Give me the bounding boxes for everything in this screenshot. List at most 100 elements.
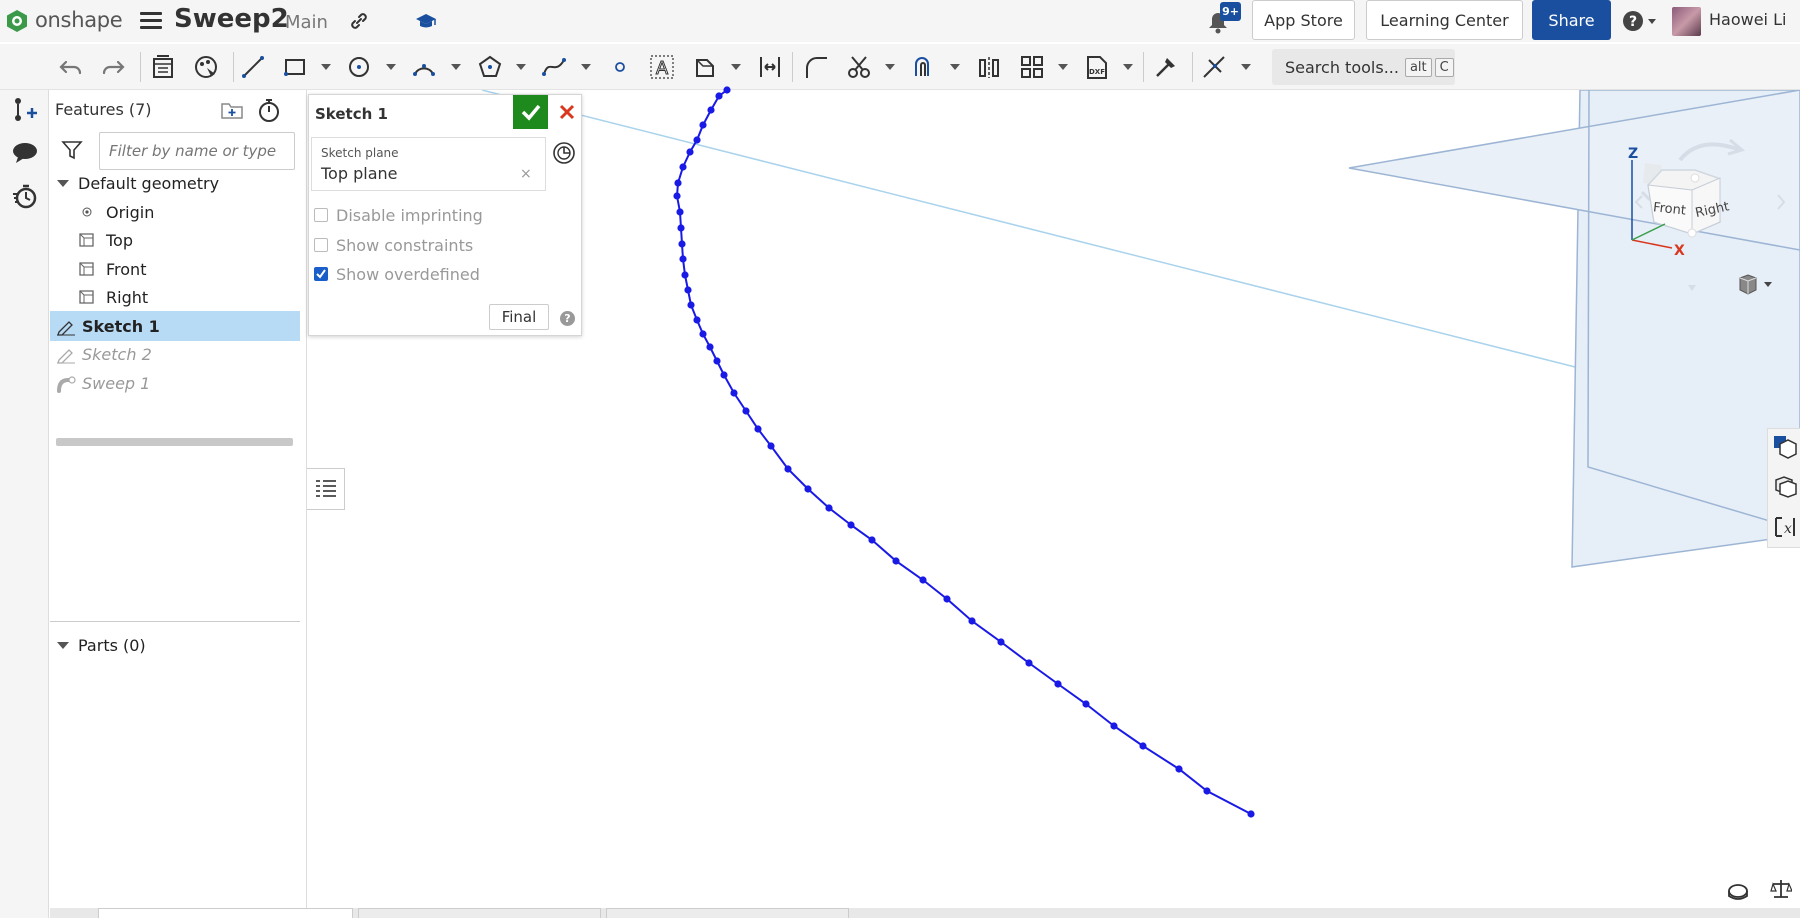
feature-panel: Features (7) Default geometry Origin Top… (50, 90, 307, 912)
spline-control-point[interactable] (681, 271, 689, 279)
spline-control-point[interactable] (713, 357, 721, 365)
tree-item-right[interactable]: Right (50, 282, 300, 312)
spline-control-point[interactable] (678, 240, 686, 248)
spline-control-point[interactable] (767, 442, 775, 450)
sweep-icon (57, 376, 76, 393)
new-folder-icon[interactable] (220, 100, 244, 120)
spline-control-point[interactable] (706, 343, 714, 351)
disable-imprinting-checkbox[interactable] (314, 208, 328, 222)
tree-item-label: Sketch 1 (82, 316, 160, 336)
view-mode-icon[interactable] (1736, 272, 1780, 298)
axis-x-label: X (1674, 243, 1685, 259)
measure-icon[interactable] (1727, 880, 1749, 900)
spline-control-point[interactable] (997, 638, 1005, 646)
spline-control-point[interactable] (674, 179, 682, 187)
spline-control-point[interactable] (1054, 680, 1062, 688)
mass-properties-icon[interactable] (1770, 878, 1792, 900)
spline-control-point[interactable] (1247, 810, 1255, 818)
spline-control-point[interactable] (1175, 765, 1183, 773)
spline-control-point[interactable] (968, 617, 976, 625)
sketch-plane-value: Top plane (321, 164, 398, 183)
spline-control-point[interactable] (1110, 722, 1118, 730)
spline-control-point[interactable] (892, 557, 900, 565)
tree-default-geometry[interactable]: Default geometry (50, 168, 300, 198)
sketch-plane-field[interactable]: Sketch plane Top plane × (311, 137, 546, 191)
tab-assembly[interactable] (358, 908, 601, 918)
view-normal-icon[interactable] (552, 141, 576, 165)
accept-button[interactable] (513, 95, 548, 129)
clear-plane-icon[interactable]: × (520, 166, 532, 182)
spline-control-point[interactable] (730, 389, 738, 397)
spline-control-point[interactable] (1082, 700, 1090, 708)
spline-control-point[interactable] (679, 163, 687, 171)
spline-control-point[interactable] (684, 286, 692, 294)
spline-control-point[interactable] (943, 595, 951, 603)
sketch-dialog: Sketch 1 Sketch plane Top plane × Disabl… (308, 94, 582, 336)
spline-control-point[interactable] (1203, 787, 1211, 795)
tree-item-label: Right (106, 287, 149, 307)
spline-control-point[interactable] (693, 316, 701, 324)
spline-control-point[interactable] (715, 92, 723, 100)
spline-control-point[interactable] (804, 485, 812, 493)
display-states-icon[interactable] (1772, 474, 1798, 500)
parts-section[interactable]: Parts (0) (50, 630, 300, 660)
spline-control-point[interactable] (720, 371, 728, 379)
spline-control-point[interactable] (677, 224, 685, 232)
spline-control-point[interactable] (673, 192, 681, 200)
spline-control-point[interactable] (693, 136, 701, 144)
spline-control-point[interactable] (868, 536, 876, 544)
spline-control-point[interactable] (699, 330, 707, 338)
spline-control-point[interactable] (699, 121, 707, 129)
chevron-down-icon[interactable] (57, 179, 69, 187)
sketch-spline[interactable] (675, 89, 1252, 815)
tree-default-geometry-label: Default geometry (78, 173, 220, 193)
bottom-tab-strip (50, 908, 1800, 918)
plane-icon (79, 262, 94, 276)
sketch-points (673, 86, 1255, 818)
spline-control-point[interactable] (687, 301, 695, 309)
spline-control-point[interactable] (919, 576, 927, 584)
tree-item-sweep-1[interactable]: Sweep 1 (50, 368, 300, 398)
final-button[interactable]: Final (489, 304, 549, 330)
show-constraints-option[interactable]: Show constraints (314, 234, 473, 256)
tree-item-top[interactable]: Top (50, 225, 300, 255)
help-icon[interactable]: ? (560, 311, 575, 326)
svg-text:x: x (1784, 521, 1792, 537)
tree-item-label: Top (106, 230, 133, 250)
spline-control-point[interactable] (679, 255, 687, 263)
tree-item-sketch-1[interactable]: Sketch 1 (50, 311, 300, 341)
spline-control-point[interactable] (1139, 742, 1147, 750)
tab-drawing[interactable] (606, 908, 849, 918)
chevron-down-icon[interactable] (57, 641, 69, 649)
spline-control-point[interactable] (847, 521, 855, 529)
spline-control-point[interactable] (754, 425, 762, 433)
section-view-icon[interactable] (1772, 434, 1798, 460)
spline-control-point[interactable] (707, 106, 715, 114)
spline-control-point[interactable] (723, 86, 731, 94)
spline-control-point[interactable] (676, 208, 684, 216)
origin-icon (82, 207, 92, 217)
disable-imprinting-option[interactable]: Disable imprinting (314, 204, 483, 226)
spline-control-point[interactable] (686, 148, 694, 156)
cancel-button[interactable] (552, 95, 582, 129)
show-constraints-checkbox[interactable] (314, 238, 328, 252)
panel-toggle-button[interactable] (307, 468, 345, 510)
filter-icon[interactable] (61, 139, 83, 161)
spline-control-point[interactable] (784, 465, 792, 473)
spline-control-point[interactable] (1025, 659, 1033, 667)
spline-control-point[interactable] (825, 504, 833, 512)
tree-item-origin[interactable]: Origin (50, 197, 300, 227)
tree-item-label: Sketch 2 (82, 344, 152, 364)
show-overdefined-checkbox[interactable] (314, 267, 328, 281)
feature-list-scrollbar[interactable] (56, 438, 293, 446)
panel-divider (50, 621, 300, 622)
tree-item-sketch-2[interactable]: Sketch 2 (50, 339, 300, 369)
rollback-timer-icon[interactable] (257, 97, 281, 123)
sketch-dialog-title: Sketch 1 (315, 105, 388, 123)
spline-control-point[interactable] (742, 407, 750, 415)
tab-part-studio[interactable] (98, 908, 353, 918)
tree-item-front[interactable]: Front (50, 254, 300, 284)
filter-input[interactable] (99, 132, 295, 170)
variables-icon[interactable]: x (1772, 514, 1798, 540)
show-overdefined-option[interactable]: Show overdefined (314, 263, 480, 285)
